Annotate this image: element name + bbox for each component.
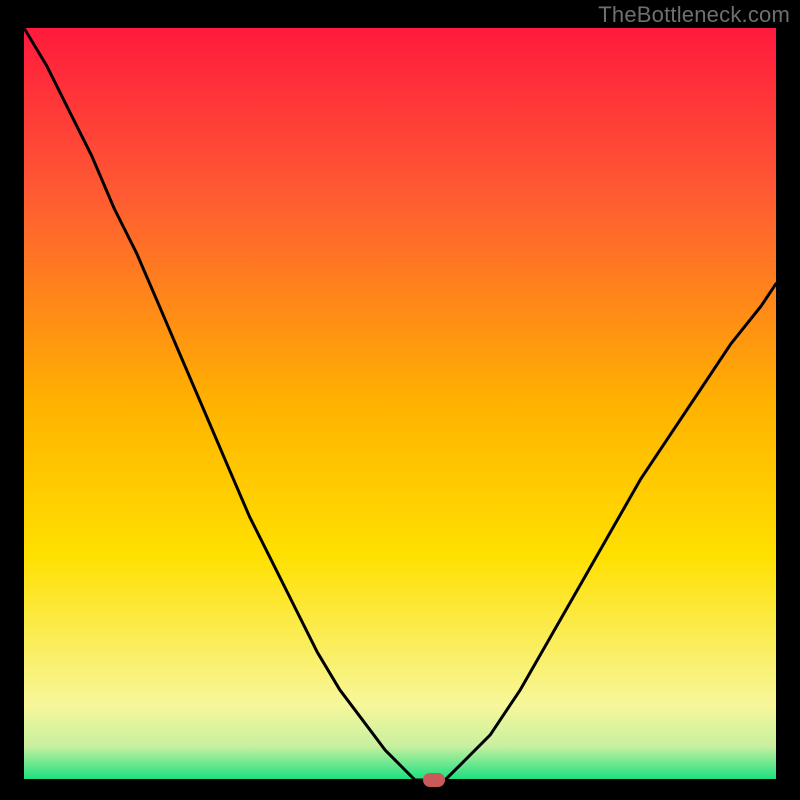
- plot-svg: [24, 28, 776, 780]
- plot-area: [24, 28, 776, 780]
- attribution-label: TheBottleneck.com: [598, 2, 790, 28]
- chart-frame: TheBottleneck.com: [0, 0, 800, 800]
- bottleneck-marker: [423, 773, 445, 787]
- gradient-background: [24, 28, 776, 780]
